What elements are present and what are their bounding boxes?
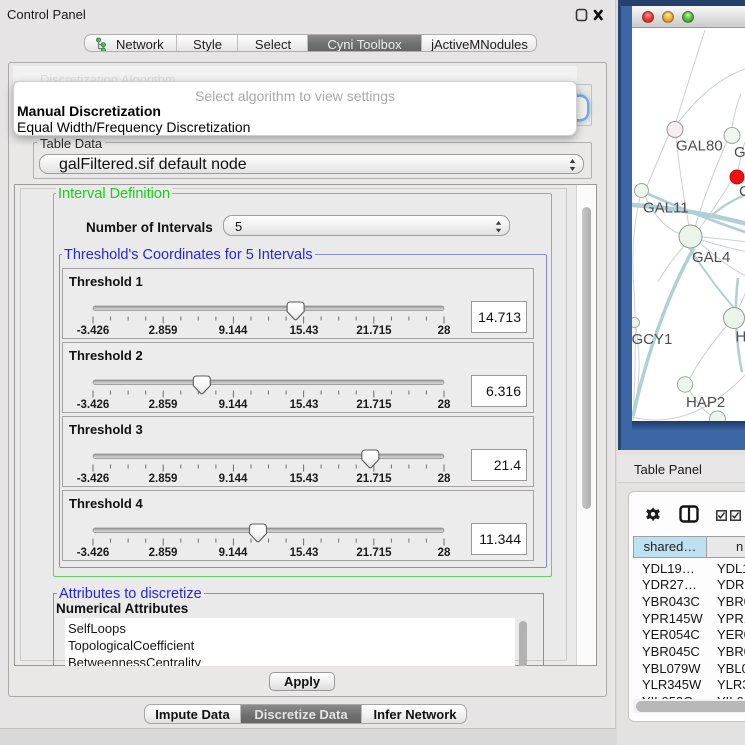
- svg-text:H: H: [736, 329, 745, 346]
- svg-text:C: C: [739, 183, 745, 200]
- svg-text:GA: GA: [734, 144, 745, 161]
- svg-text:GAL11: GAL11: [643, 200, 689, 217]
- svg-text:GAL80: GAL80: [676, 138, 723, 155]
- svg-text:HAP2: HAP2: [686, 394, 725, 411]
- svg-text:GAL4: GAL4: [692, 249, 730, 266]
- svg-text:GCY1: GCY1: [632, 331, 672, 348]
